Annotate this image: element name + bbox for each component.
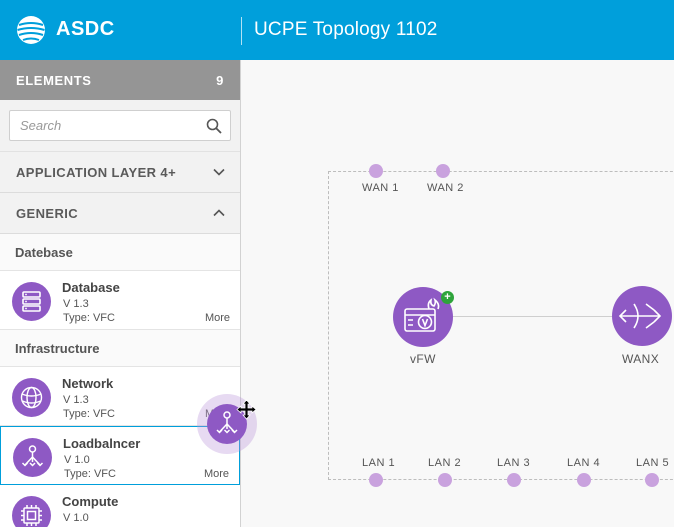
- item-version: V 1.3: [63, 394, 89, 406]
- item-type: Type: VFC: [64, 468, 116, 480]
- load-balancer-icon: [13, 438, 52, 477]
- port-label: WAN 1: [362, 182, 399, 194]
- search-input[interactable]: [10, 111, 230, 140]
- section-application-layer[interactable]: APPLICATION LAYER 4+: [0, 152, 240, 193]
- item-name: Network: [62, 376, 114, 391]
- item-type: Type: VFC: [63, 312, 115, 324]
- port-wan-2[interactable]: [436, 164, 450, 178]
- item-version: V 1.3: [63, 298, 89, 310]
- search-area: [0, 100, 240, 152]
- more-link[interactable]: More: [204, 468, 229, 480]
- port-label: LAN 3: [497, 457, 531, 469]
- section-label: GENERIC: [16, 205, 79, 221]
- palette-item-database[interactable]: Database V 1.3 Type: VFC More: [0, 271, 240, 330]
- port-lan-1[interactable]: [369, 473, 383, 487]
- cpu-chip-icon: [12, 496, 51, 527]
- section-generic[interactable]: GENERIC: [0, 193, 240, 234]
- network-globe-icon: [12, 378, 51, 417]
- item-version: V 1.0: [64, 454, 90, 466]
- port-lan-4[interactable]: [577, 473, 591, 487]
- port-lan-5[interactable]: [645, 473, 659, 487]
- item-name: Loadbalncer: [63, 436, 141, 451]
- port-label: LAN 5: [636, 457, 670, 469]
- chevron-up-icon: [213, 209, 225, 217]
- group-header-datebase: Datebase: [0, 234, 240, 271]
- port-label: LAN 4: [567, 457, 601, 469]
- chevron-down-icon: [213, 168, 225, 176]
- elements-label: ELEMENTS: [16, 72, 92, 88]
- item-name: Compute: [62, 494, 119, 509]
- add-badge-icon[interactable]: +: [441, 291, 454, 304]
- elements-count: 9: [216, 72, 224, 88]
- palette-item-compute[interactable]: Compute V 1.0: [0, 485, 240, 527]
- item-version: V 1.0: [63, 512, 89, 524]
- port-label: LAN 2: [428, 457, 462, 469]
- port-label: WAN 2: [427, 182, 464, 194]
- move-cursor-icon: [236, 399, 257, 420]
- search-box: [9, 110, 231, 141]
- port-label: LAN 1: [362, 457, 396, 469]
- page-title: UCPE Topology 1102: [254, 19, 438, 40]
- database-icon: [12, 282, 51, 321]
- node-label: WANX: [622, 352, 660, 366]
- att-globe-logo[interactable]: [16, 15, 46, 45]
- elements-header: ELEMENTS 9: [0, 60, 240, 100]
- item-type: Type: VFC: [63, 408, 115, 420]
- port-lan-2[interactable]: [438, 473, 452, 487]
- item-name: Database: [62, 280, 120, 295]
- section-label: APPLICATION LAYER 4+: [16, 164, 177, 180]
- group-header-infrastructure: Infrastructure: [0, 330, 240, 367]
- node-label: vFW: [410, 352, 436, 366]
- port-wan-1[interactable]: [369, 164, 383, 178]
- top-header: ASDC UCPE Topology 1102: [0, 0, 674, 60]
- elements-palette: ELEMENTS 9 APPLICATION LAYER 4+ GENERIC …: [0, 60, 241, 527]
- connection-line[interactable]: [440, 316, 620, 317]
- port-lan-3[interactable]: [507, 473, 521, 487]
- more-link[interactable]: More: [205, 312, 230, 324]
- search-icon[interactable]: [206, 118, 222, 134]
- header-divider: [241, 17, 242, 45]
- wan-accelerator-icon: [618, 303, 662, 329]
- node-wanx[interactable]: [612, 286, 672, 346]
- brand-name[interactable]: ASDC: [56, 18, 115, 41]
